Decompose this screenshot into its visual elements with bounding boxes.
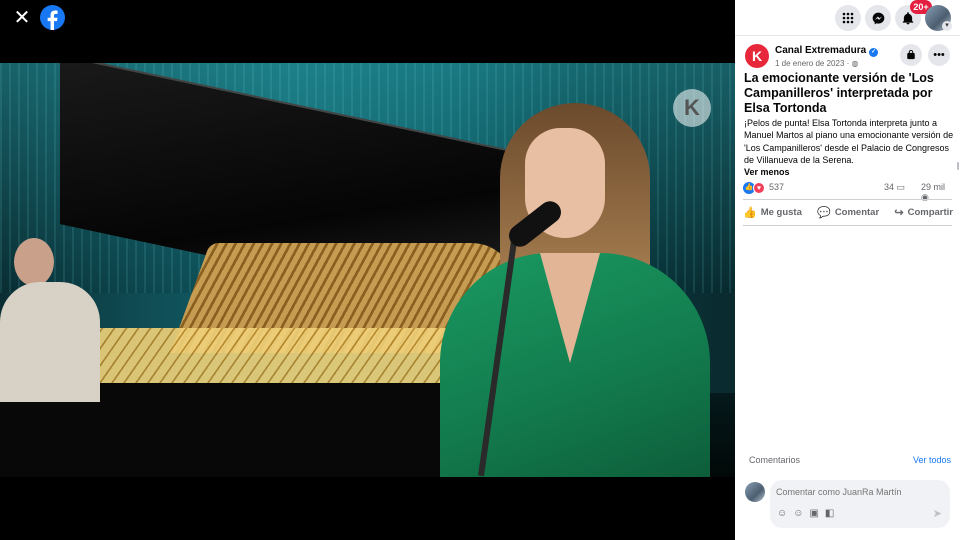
- post-panel: 20+ ▾ K Canal Extremadura ✓ 1 de enero de…: [735, 0, 960, 540]
- reactions-count[interactable]: 537: [769, 182, 784, 192]
- save-post-button[interactable]: [900, 44, 922, 66]
- post-header: K Canal Extremadura ✓ 1 de enero de 2023 …: [745, 44, 955, 70]
- divider: [743, 199, 952, 200]
- sticker-icon[interactable]: ◧: [825, 508, 834, 519]
- video-viewer: ✕ K: [0, 0, 735, 540]
- top-bar: 20+ ▾: [735, 0, 960, 36]
- post-title: La emocionante versión de 'Los Campanill…: [744, 71, 934, 115]
- comments-count-text[interactable]: 34: [884, 182, 894, 192]
- comment-bubble-icon: ▭: [896, 182, 906, 192]
- post-date[interactable]: 1 de enero de 2023 · ◍: [775, 59, 859, 68]
- share-button[interactable]: ↪ Compartir: [894, 203, 953, 221]
- pianist-torso: [0, 282, 100, 402]
- page-avatar[interactable]: K: [745, 44, 769, 68]
- comment-input[interactable]: [776, 487, 944, 497]
- comments-title: Comentarios: [749, 455, 801, 465]
- see-all-comments-link[interactable]: Ver todos: [913, 455, 951, 465]
- emoji-icon[interactable]: ☺: [793, 508, 803, 519]
- globe-icon: ◍: [851, 59, 859, 68]
- page-name[interactable]: Canal Extremadura ✓: [775, 45, 879, 57]
- send-icon[interactable]: ➤: [933, 507, 942, 520]
- like-button[interactable]: 👍 Me gusta: [743, 203, 802, 221]
- verified-badge-icon: ✓: [869, 48, 879, 57]
- messenger-icon: [872, 12, 884, 24]
- comment-label: Comentar: [834, 206, 880, 218]
- share-label: Compartir: [907, 206, 953, 218]
- comment-icon: 💬: [817, 206, 831, 219]
- comment-composer: ☺ ☺ ▣ ◧ ➤: [770, 480, 950, 528]
- reaction-icons[interactable]: 👍 ♥: [743, 182, 767, 194]
- video-player[interactable]: K: [0, 63, 735, 477]
- singer-figure: [430, 103, 710, 477]
- grid-icon: [842, 12, 854, 24]
- pianist-head: [14, 238, 54, 286]
- bell-icon: [902, 11, 914, 24]
- share-icon: ↪: [894, 206, 904, 219]
- see-less-link[interactable]: Ver menos: [744, 167, 790, 177]
- user-avatar[interactable]: [745, 482, 765, 502]
- messenger-button[interactable]: [865, 5, 891, 31]
- gif-icon[interactable]: ▣: [809, 508, 818, 519]
- facebook-logo-icon[interactable]: [40, 5, 65, 30]
- avatar-sticker-icon[interactable]: ☺: [777, 508, 787, 519]
- like-label: Me gusta: [760, 206, 802, 218]
- comments-header: Comentarios Ver todos: [749, 455, 951, 465]
- views-count-text: 29 mil: [921, 182, 946, 192]
- post-date-text[interactable]: 1 de enero de 2023 ·: [775, 59, 852, 68]
- scrollbar[interactable]: [957, 162, 959, 170]
- bag-icon: [907, 50, 915, 60]
- eye-icon: ◉: [921, 192, 929, 202]
- post-stats: 👍 ♥ 537 34 ▭ 29 mil ◉: [743, 181, 953, 202]
- menu-grid-button[interactable]: [835, 5, 861, 31]
- close-icon[interactable]: ✕: [10, 6, 34, 30]
- divider: [743, 225, 952, 226]
- love-reaction-icon: ♥: [753, 182, 765, 194]
- comment-tools: ☺ ☺ ▣ ◧: [777, 508, 834, 519]
- pianist-figure: [0, 238, 110, 402]
- post-actions: 👍 Me gusta 💬 Comentar ↪ Compartir: [743, 203, 953, 221]
- chevron-down-icon[interactable]: ▾: [942, 21, 952, 31]
- more-options-button[interactable]: •••: [928, 44, 950, 66]
- comment-button[interactable]: 💬 Comentar: [817, 203, 879, 221]
- page-name-text[interactable]: Canal Extremadura: [775, 45, 866, 56]
- ellipsis-icon: •••: [933, 49, 945, 61]
- post-body: ¡Pelos de punta! Elsa Tortonda interpret…: [744, 118, 954, 165]
- comments-count[interactable]: 34 ▭: [884, 182, 905, 193]
- channel-watermark-icon: K: [673, 89, 711, 127]
- thumbs-up-icon: 👍: [743, 206, 757, 219]
